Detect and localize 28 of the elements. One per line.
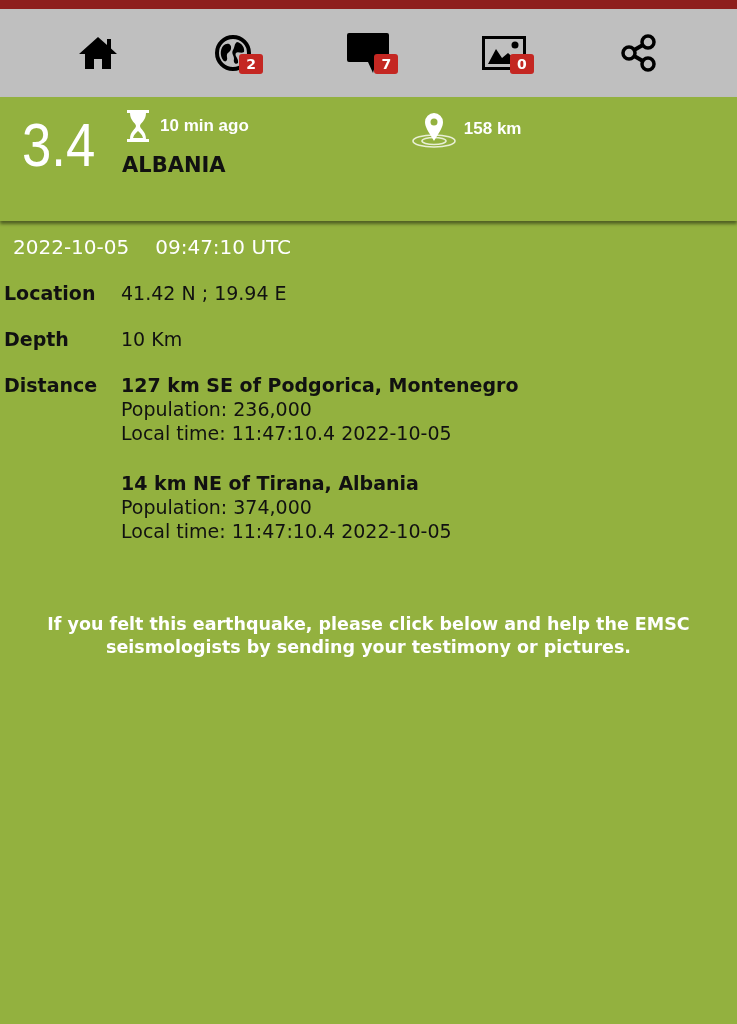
population-text: Population: 236,000	[121, 397, 313, 421]
field-label: Depth	[4, 327, 70, 351]
feedback-prompt: If you felt this earthquake, please click below and help the EMSC seismologists by sending your testimony or pictures.	[46, 613, 691, 659]
speech-bubble-icon	[346, 32, 391, 74]
count-badge: 2	[239, 54, 264, 74]
count-badge: 7	[374, 54, 399, 74]
time-ago: 10 min ago	[160, 116, 249, 136]
distance-value: 158 km	[463, 119, 522, 139]
place-name: 127 km SE of Podgorica, Montenegro	[121, 373, 519, 397]
count-badge: 0	[509, 54, 534, 74]
field-value: 41.42 N ; 19.94 E	[121, 281, 287, 305]
field-label: Distance	[4, 373, 99, 398]
field-value: 10 Km	[121, 327, 183, 351]
event-date: 2022-10-05	[13, 235, 130, 259]
hourglass-icon	[126, 109, 150, 143]
event-time: 09:47:10 UTC	[155, 235, 292, 259]
local-time-text: Local time: 11:47:10.4 2022-10-05	[121, 519, 453, 543]
image-button[interactable]: 0	[466, 24, 541, 82]
field-label: Location	[4, 281, 97, 305]
globe-button[interactable]: 2	[196, 24, 271, 82]
share-icon	[620, 34, 659, 72]
population-text: Population: 374,000	[121, 495, 313, 519]
speech-bubble-button[interactable]: 7	[331, 24, 406, 82]
place-name: 14 km NE of Tirana, Albania	[121, 471, 420, 495]
globe-icon	[214, 34, 253, 72]
local-time-text: Local time: 11:47:10.4 2022-10-05	[121, 421, 453, 445]
region-name: ALBANIA	[122, 153, 227, 177]
magnitude-value: 3.4	[22, 109, 97, 181]
